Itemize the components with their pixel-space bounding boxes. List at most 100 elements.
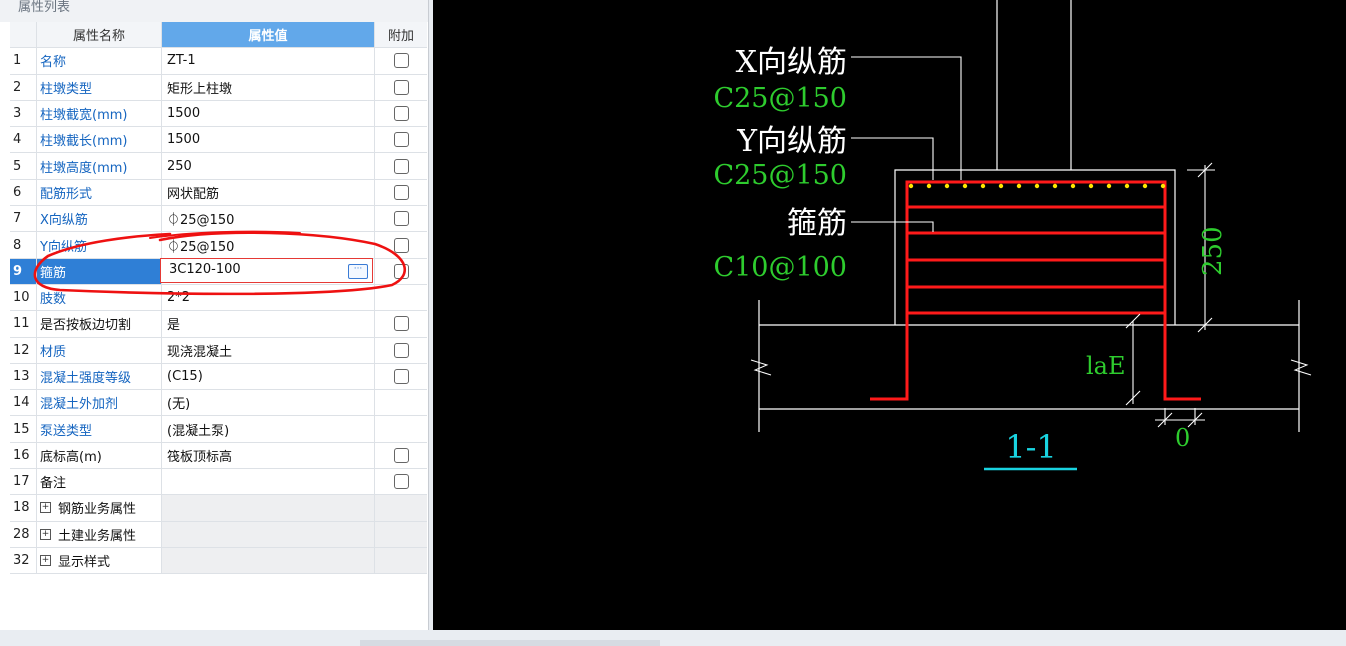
row-index: 8: [10, 232, 37, 258]
row-property-name[interactable]: + 钢筋业务属性: [37, 495, 162, 521]
row-property-name: 柱墩截长(mm): [37, 127, 162, 153]
attach-checkbox[interactable]: [393, 53, 409, 69]
row-index: 32: [10, 547, 37, 574]
row-property-value[interactable]: [162, 495, 375, 521]
attach-checkbox[interactable]: [393, 237, 409, 253]
table-row[interactable]: 12 材质 现浇混凝土: [10, 337, 427, 364]
expand-plus-icon[interactable]: +: [40, 502, 51, 514]
row-property-value[interactable]: ⏀25@150: [162, 232, 375, 258]
stirrup-label: 箍筋: [787, 206, 847, 241]
property-panel: 属性列表 属性名称 属性值 附加 1 名称 ZT-1 2 柱墩类型 矩形上柱墩 3 柱墩截宽(…: [0, 0, 429, 642]
attach-checkbox[interactable]: [393, 447, 409, 463]
table-row[interactable]: 14 混凝土外加剂 (无): [10, 390, 427, 417]
row-property-name: 备注: [37, 469, 162, 495]
group-label: 钢筋业务属性: [58, 502, 137, 518]
row-property-value[interactable]: 2*2: [162, 284, 375, 311]
row-property-value[interactable]: ⏀25@150: [162, 206, 375, 232]
rebar-dot: [1124, 183, 1130, 189]
cad-drawing-canvas[interactable]: X向纵筋 C25@150 Y向纵筋 C25@150 箍筋 C10@100 250…: [433, 0, 1346, 630]
row-property-value[interactable]: 网状配筋: [162, 179, 375, 206]
row-property-name: 柱墩高度(mm): [37, 153, 162, 179]
table-row[interactable]: 6 配筋形式 网状配筋: [10, 179, 427, 207]
attach-checkbox[interactable]: [393, 79, 409, 95]
row-property-value[interactable]: 筏板顶标高: [162, 442, 375, 469]
dimension-lae: laE: [1086, 352, 1126, 380]
rebar-cage: [870, 180, 1201, 401]
row-property-value[interactable]: 250: [162, 153, 375, 179]
attach-checkbox[interactable]: [393, 184, 409, 200]
row-property-name: 柱墩截宽(mm): [37, 100, 162, 127]
row-property-value[interactable]: 1500: [162, 100, 375, 127]
table-row[interactable]: 8 Y向纵筋 ⏀25@150: [10, 232, 427, 259]
rebar-dot: [980, 183, 986, 189]
attach-checkbox[interactable]: [393, 132, 409, 148]
row-property-value[interactable]: [162, 521, 375, 547]
stirrup-value-editor[interactable]: 3C120-100 ···: [160, 258, 373, 283]
row-property-value[interactable]: (无): [162, 390, 375, 416]
attach-checkbox[interactable]: [393, 263, 409, 279]
status-strip: [0, 630, 1346, 646]
table-row[interactable]: 2 柱墩类型 矩形上柱墩: [10, 74, 427, 101]
attach-checkbox[interactable]: [393, 342, 409, 358]
table-row[interactable]: 15 泵送类型 (混凝土泵): [10, 416, 427, 443]
table-row[interactable]: 11 是否按板边切割是: [10, 311, 427, 338]
row-attach: [375, 101, 427, 126]
attach-checkbox[interactable]: [393, 474, 409, 490]
row-index: 16: [10, 442, 37, 469]
table-row[interactable]: 3 柱墩截宽(mm) 1500: [10, 100, 427, 128]
group-label: 土建业务属性: [58, 528, 137, 544]
table-row[interactable]: 16 底标高(m) 筏板顶标高: [10, 442, 427, 470]
row-property-value[interactable]: ZT-1: [162, 48, 375, 74]
row-attach: [375, 547, 427, 574]
row-attach: [375, 495, 427, 521]
header-value[interactable]: 属性值: [162, 22, 375, 48]
panel-title: 属性列表: [18, 0, 71, 15]
expand-plus-icon[interactable]: +: [40, 555, 51, 567]
table-row[interactable]: 4 柱墩截长(mm) 1500: [10, 127, 427, 154]
row-property-value[interactable]: 矩形上柱墩: [162, 74, 375, 100]
table-row[interactable]: 13 混凝土强度等级 (C15): [10, 363, 427, 391]
table-row[interactable]: 1 名称 ZT-1: [10, 48, 427, 75]
rebar-dot: [1034, 183, 1040, 189]
table-body: 1 名称 ZT-1 2 柱墩类型 矩形上柱墩 3 柱墩截宽(mm) 1500 4 柱墩截长(mm) 1…: [10, 48, 427, 575]
header-name[interactable]: 属性名称: [37, 22, 162, 48]
row-property-value[interactable]: [162, 547, 375, 574]
y-rebar-label: Y向纵筋: [736, 124, 847, 159]
attach-checkbox[interactable]: [393, 158, 409, 174]
row-property-name: 混凝土外加剂: [37, 390, 162, 416]
rebar-dot: [908, 183, 914, 189]
row-index: 2: [10, 74, 37, 100]
row-property-name: 配筋形式: [37, 179, 162, 206]
row-property-value[interactable]: 现浇混凝土: [162, 337, 375, 363]
row-attach: [375, 48, 427, 73]
row-attach: [375, 469, 427, 494]
table-row[interactable]: 10 肢数 2*2: [10, 284, 427, 312]
row-index: 17: [10, 469, 37, 495]
row-property-name[interactable]: + 土建业务属性: [37, 521, 162, 547]
attach-checkbox[interactable]: [393, 369, 409, 384]
rebar-dot: [1088, 183, 1094, 189]
row-property-value[interactable]: 1500: [162, 127, 375, 153]
row-attach: [375, 127, 427, 152]
table-row[interactable]: 5 柱墩高度(mm) 250: [10, 153, 427, 180]
row-property-value[interactable]: (混凝土泵): [162, 416, 375, 442]
row-property-value[interactable]: (C15): [162, 363, 375, 390]
attach-checkbox[interactable]: [393, 211, 409, 227]
rebar-dot: [1142, 183, 1148, 189]
attach-checkbox[interactable]: [393, 106, 409, 122]
row-index: 11: [10, 311, 37, 337]
table-row[interactable]: 7 X向纵筋 ⏀25@150: [10, 206, 427, 233]
table-row[interactable]: 18 + 钢筋业务属性: [10, 495, 427, 522]
row-property-name[interactable]: + 显示样式: [37, 547, 162, 574]
attach-checkbox[interactable]: [393, 316, 409, 332]
table-row[interactable]: 32 + 显示样式: [10, 547, 427, 575]
table-row[interactable]: 28 + 土建业务属性: [10, 521, 427, 548]
header-attach[interactable]: 附加: [375, 22, 427, 48]
stirrup-value-input[interactable]: 3C120-100: [169, 262, 241, 277]
section-drawing: X向纵筋 C25@150 Y向纵筋 C25@150 箍筋 C10@100 250…: [713, 0, 1312, 471]
row-property-value[interactable]: 是: [162, 311, 375, 337]
ellipsis-button[interactable]: ···: [348, 264, 368, 279]
expand-plus-icon[interactable]: +: [40, 528, 51, 540]
row-property-value[interactable]: [162, 469, 375, 495]
table-row[interactable]: 17 备注: [10, 469, 427, 496]
